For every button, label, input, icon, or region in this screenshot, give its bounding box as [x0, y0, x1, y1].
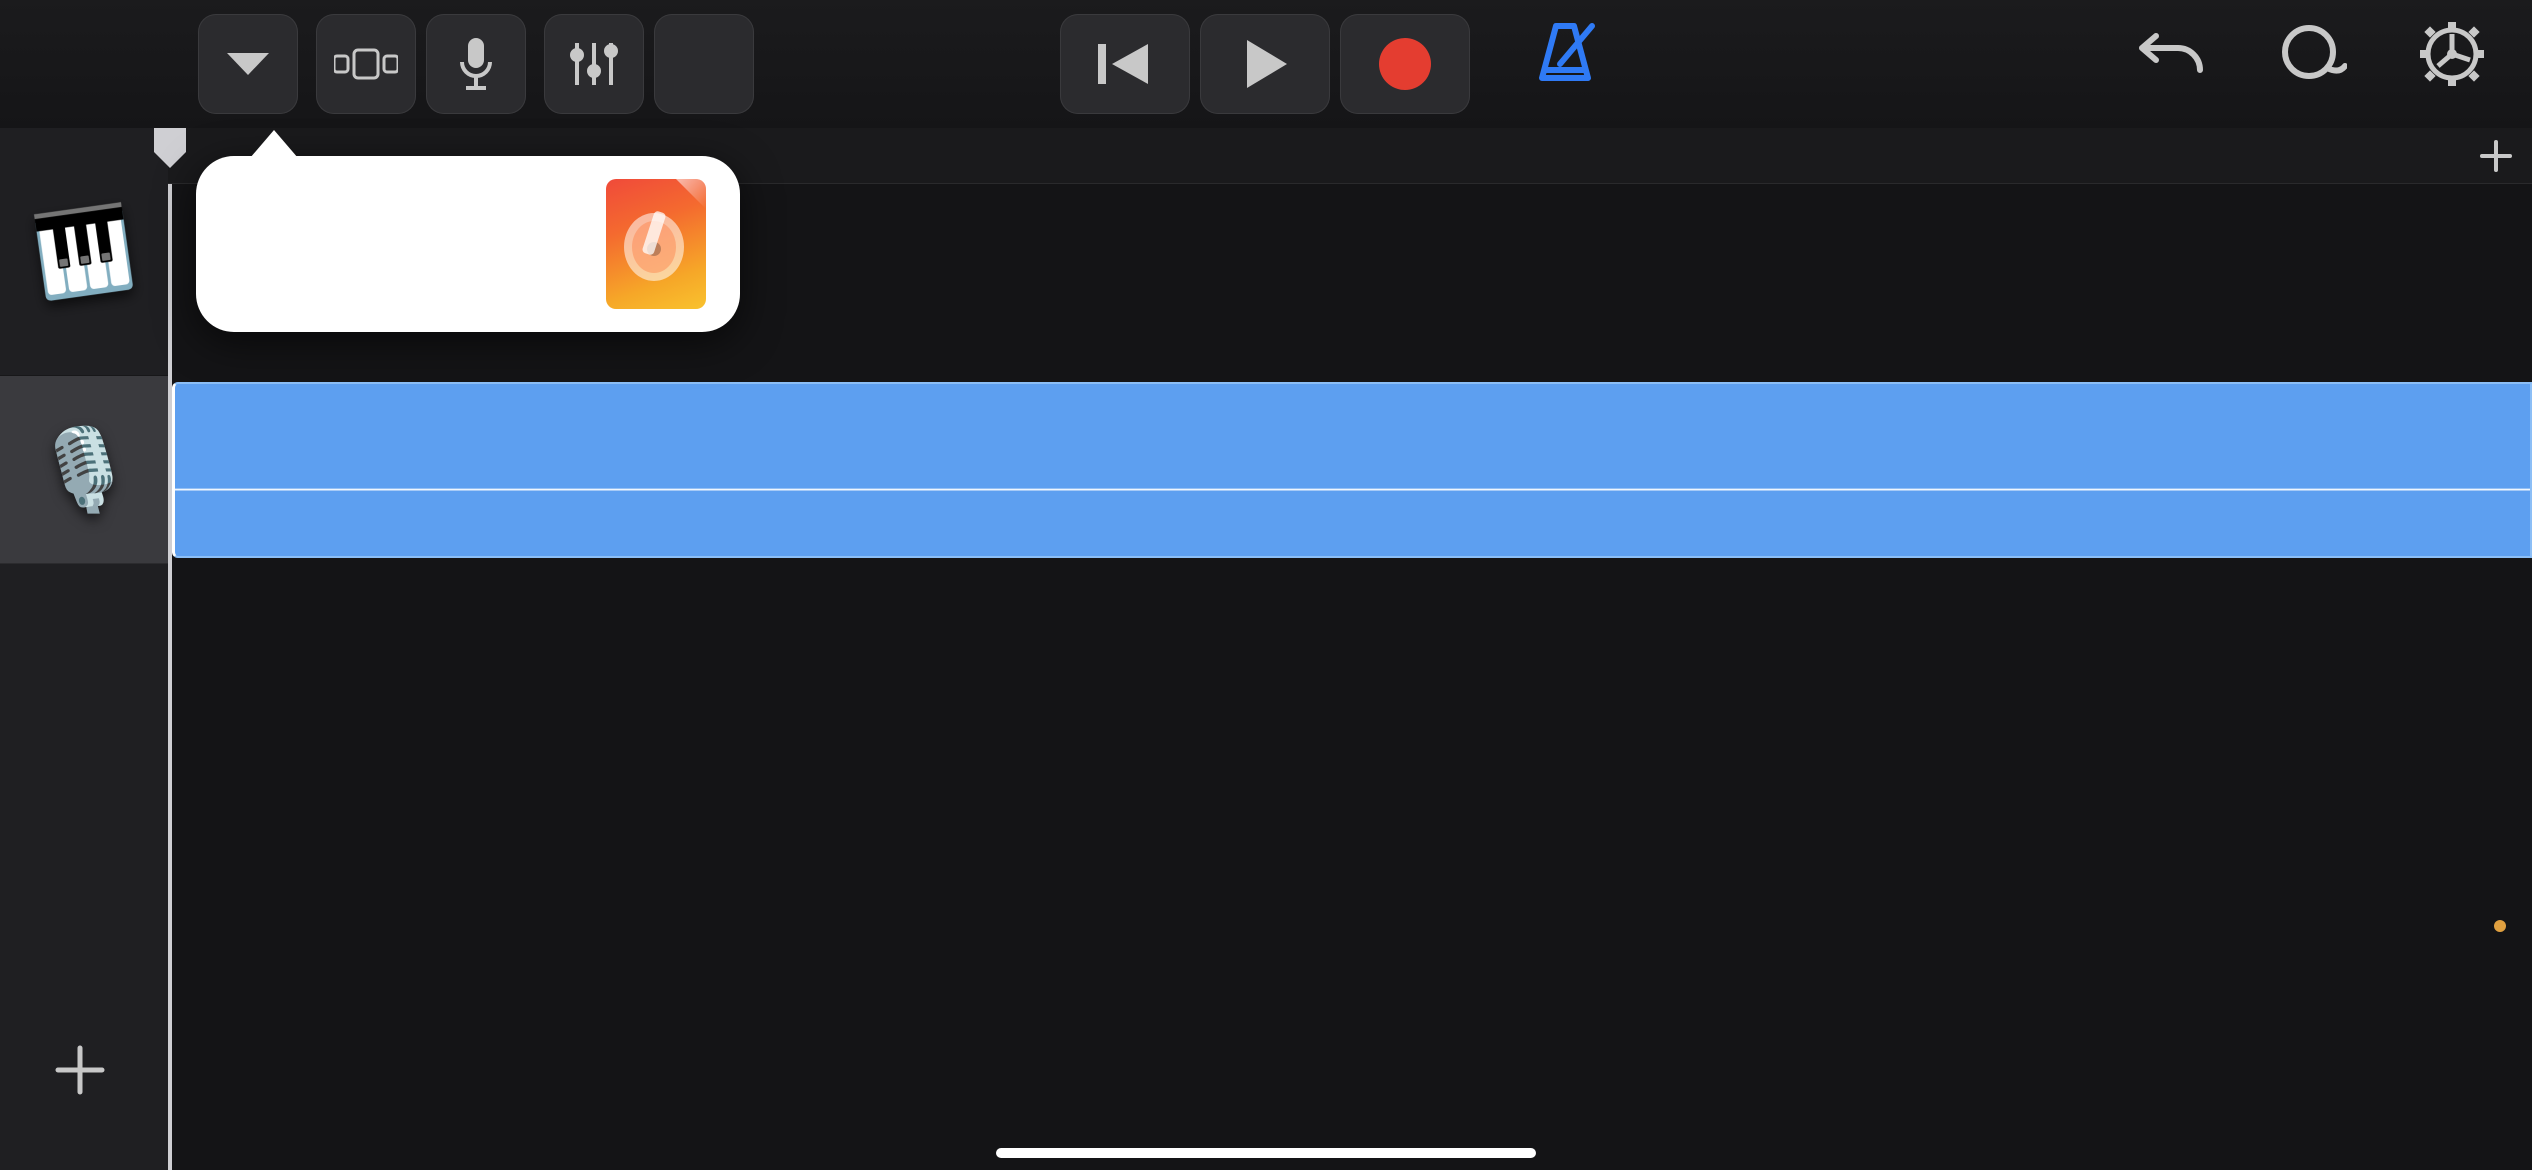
- my-songs-popover[interactable]: [196, 156, 740, 332]
- track-view-button[interactable]: [316, 14, 416, 114]
- rewind-button[interactable]: [1060, 14, 1190, 114]
- top-toolbar: [0, 0, 2532, 128]
- piano-icon: 🎹: [28, 198, 140, 305]
- play-button[interactable]: [1200, 14, 1330, 114]
- track-layout-icon: [334, 46, 398, 82]
- browser-menu-button[interactable]: [198, 14, 298, 114]
- home-indicator: [996, 1148, 1536, 1158]
- record-icon: [1377, 36, 1433, 92]
- add-section-button[interactable]: [2468, 128, 2524, 184]
- microphone-icon: [456, 36, 496, 92]
- plus-icon: [52, 1042, 108, 1098]
- gear-icon: [2418, 20, 2486, 88]
- loop-button[interactable]: [2272, 14, 2352, 94]
- track-header-piano[interactable]: 🎹: [0, 128, 168, 376]
- waveform-icon: [175, 384, 2530, 556]
- metronome-icon: [1530, 20, 1600, 84]
- undo-icon: [2138, 28, 2206, 80]
- go-to-beginning-icon: [1096, 40, 1154, 88]
- chevron-down-icon: [225, 49, 271, 79]
- plus-icon: [2478, 138, 2514, 174]
- vintage-microphone-icon: 🎙️: [34, 423, 134, 517]
- microphone-button[interactable]: [426, 14, 526, 114]
- song-end-marker[interactable]: [2494, 920, 2506, 932]
- sliders-icon: [567, 37, 621, 91]
- loop-icon: [2277, 24, 2347, 84]
- add-track-button[interactable]: [40, 1030, 120, 1110]
- playhead[interactable]: [168, 184, 172, 1170]
- mixer-button[interactable]: [544, 14, 644, 114]
- settings-button[interactable]: [2412, 14, 2492, 94]
- audio-region[interactable]: [172, 382, 2532, 558]
- track-header-audio[interactable]: 🎙️: [0, 376, 168, 564]
- garageband-document-icon: [606, 179, 706, 309]
- track-headers-column: 🎹 🎙️: [0, 128, 168, 1170]
- record-button[interactable]: [1340, 14, 1470, 114]
- play-icon: [1241, 38, 1289, 90]
- undo-button[interactable]: [2132, 14, 2212, 94]
- metronome-button[interactable]: [1530, 20, 1600, 89]
- region-title: [193, 392, 243, 558]
- fx-button[interactable]: [654, 14, 754, 114]
